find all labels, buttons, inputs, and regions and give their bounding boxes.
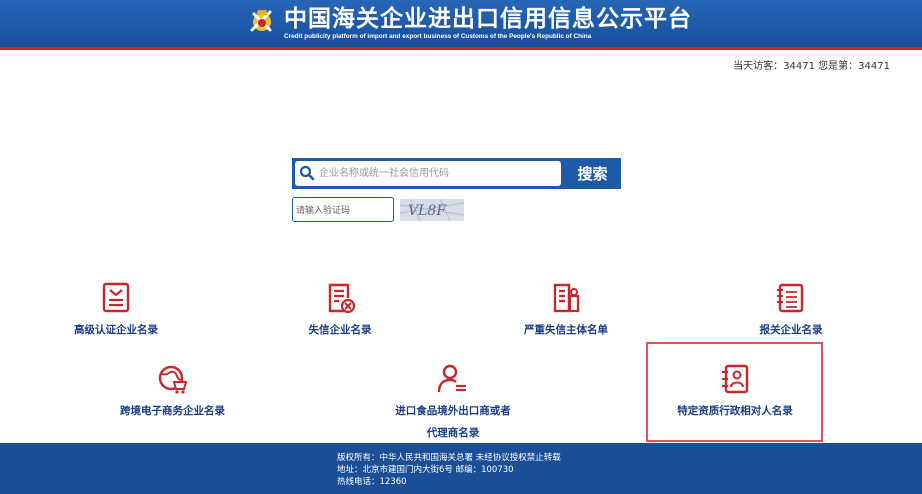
footer-copyright: 版权所有：中华人民共和国海关总署 未经协议授权禁止转载 [337,453,561,463]
document-x-icon [328,283,356,314]
building-list-icon [553,283,580,313]
category-serious-dishonest[interactable]: 严重失信主体名单 [520,281,612,341]
category-label: 严重失信主体名单 [524,324,608,336]
captcha-input[interactable] [292,197,394,222]
visitor-counter: 当天访客：34471 您是第：34471 [733,61,890,72]
search-button[interactable]: 搜索 [564,158,621,189]
footer-address: 地址：北京市建国门内大街6号 邮编：100730 [337,465,514,475]
category-label: 报关企业名录 [759,324,823,336]
search-input[interactable] [319,161,557,186]
category-label: 跨境电子商务企业名录 [120,405,225,417]
page-footer: 版权所有：中华人民共和国海关总署 未经协议授权禁止转载 地址：北京市建国门内大街… [0,443,922,494]
customs-emblem-icon [250,10,272,32]
svg-text:VL8F: VL8F [408,203,447,219]
category-label: 高级认证企业名录 [74,324,158,336]
category-food-exporters[interactable]: 进口食品境外出口商或者 代理商名录 [388,362,518,444]
search-field [295,161,561,186]
category-label-line1: 进口食品境外出口商或者 [395,405,511,417]
notebook-icon [777,283,804,313]
page-header: 中国海关企业进出口信用信息公示平台 Credit publicity platf… [0,0,922,50]
captcha-image[interactable]: VL8F [400,199,464,221]
globe-cart-icon [158,365,187,394]
certificate-icon [102,282,130,313]
selection-highlight [646,342,823,442]
footer-hotline: 热线电话：12360 [337,477,407,487]
category-label: 失信企业名录 [308,324,372,336]
category-cross-border-ecommerce[interactable]: 跨境电子商务企业名录 [115,362,230,422]
category-advanced-certified[interactable]: 高级认证企业名录 [70,281,162,341]
footer-info: 版权所有：中华人民共和国海关总署 未经协议授权禁止转载 地址：北京市建国门内大街… [337,452,561,488]
category-customs-brokers[interactable]: 报关企业名录 [756,281,826,341]
header-brand: 中国海关企业进出口信用信息公示平台 Credit publicity platf… [246,6,692,41]
person-list-icon [437,364,466,393]
page-subtitle: Credit publicity platform of import and … [284,33,592,40]
search-icon [299,165,315,181]
search-bar: 搜索 [292,158,621,189]
category-label-line2: 代理商名录 [426,427,480,439]
page-title: 中国海关企业进出口信用信息公示平台 [284,6,692,32]
category-dishonest-enterprises[interactable]: 失信企业名录 [305,281,375,341]
